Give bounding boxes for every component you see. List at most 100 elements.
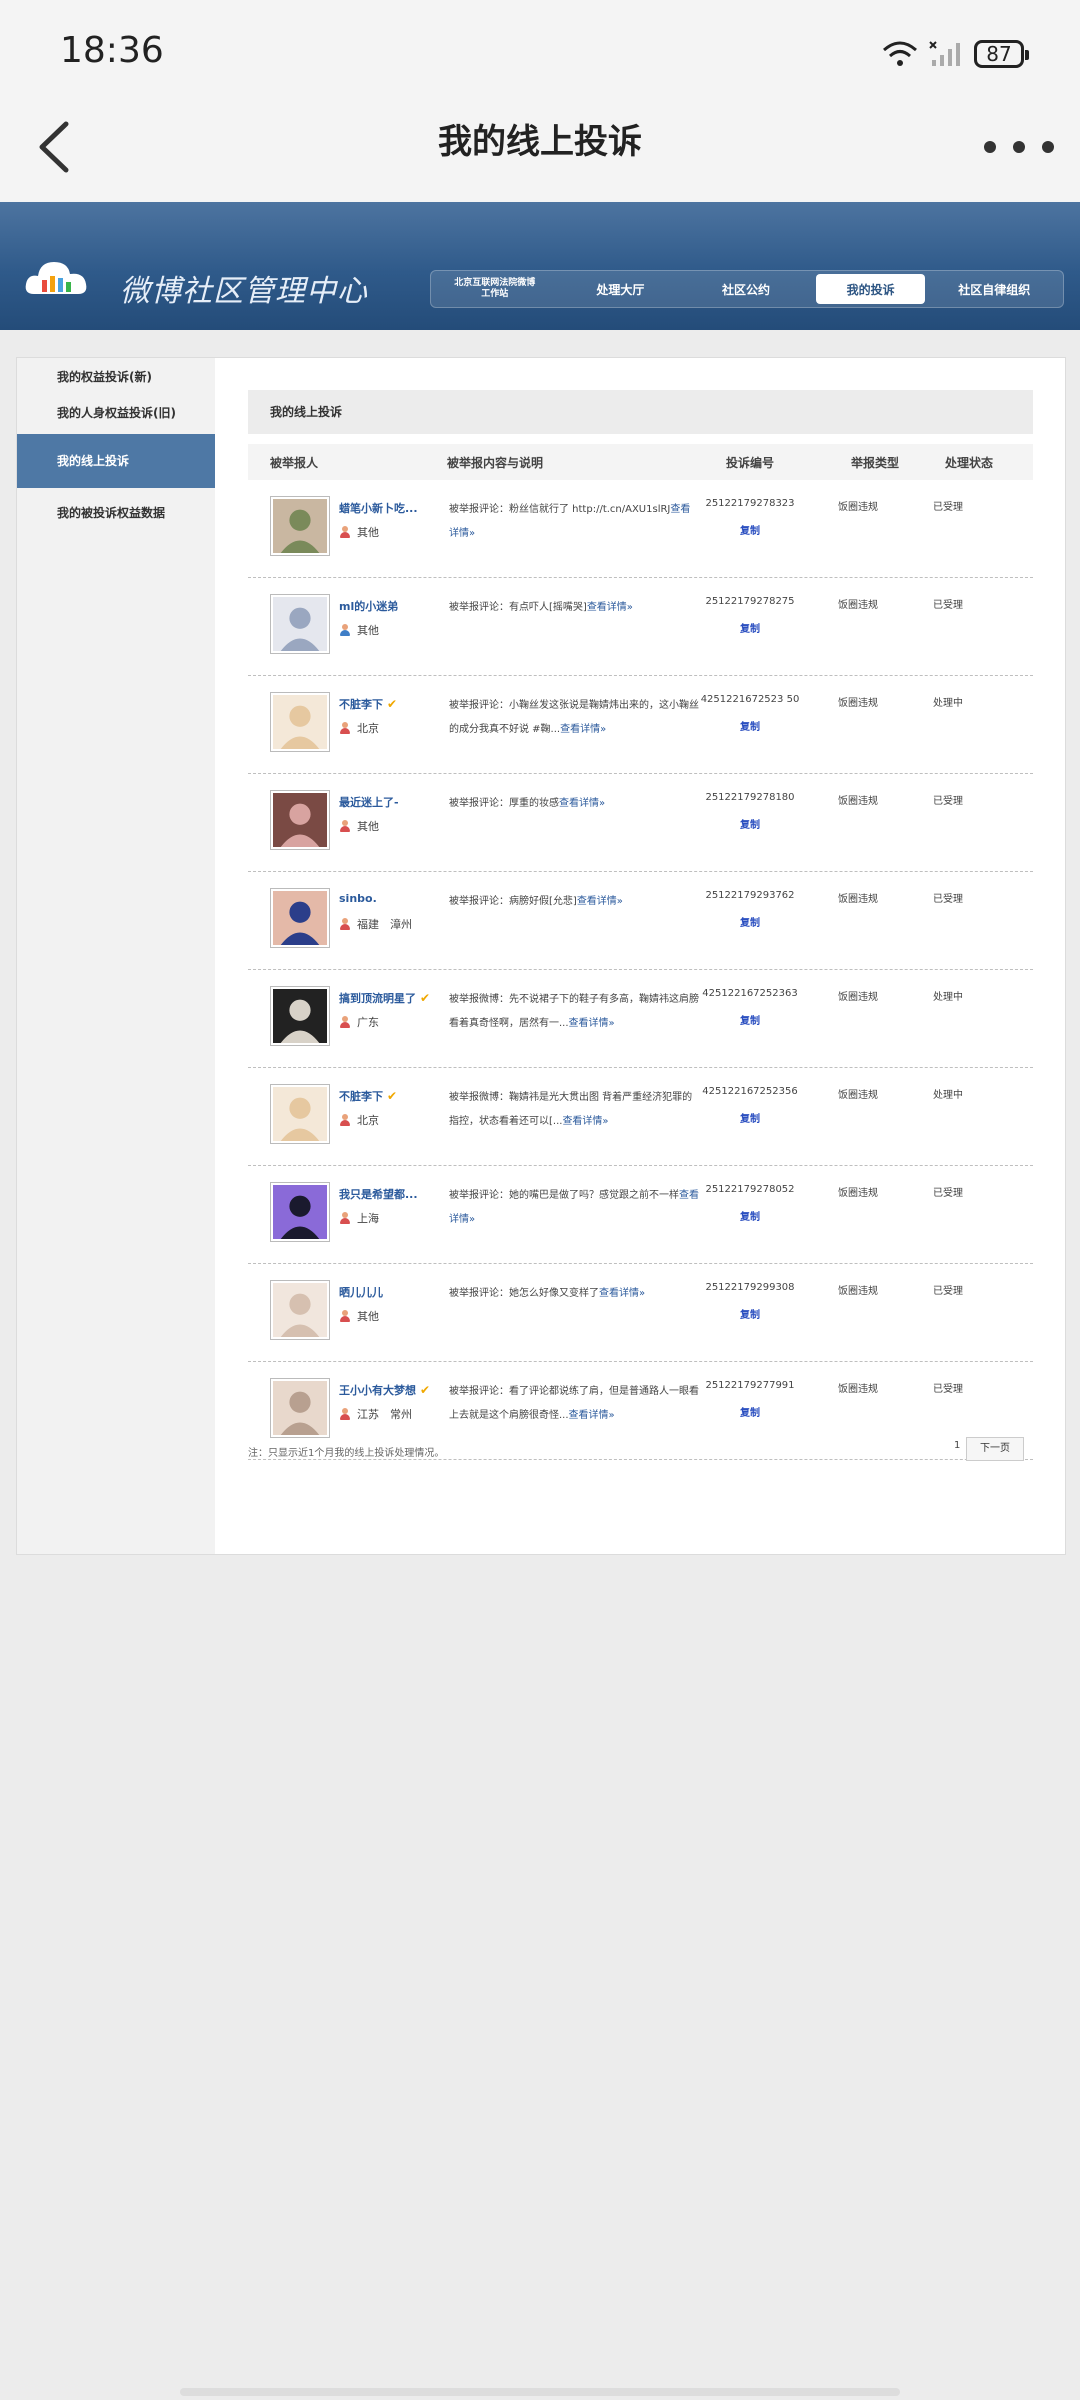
status-text: 已受理 bbox=[933, 600, 963, 611]
verified-badge-icon: ✔ bbox=[387, 697, 398, 711]
user-name-text[interactable]: 王小小有大梦想 bbox=[339, 1384, 416, 1397]
col-report-type: 举报类型 bbox=[851, 456, 900, 470]
copy-button[interactable]: 复制 bbox=[690, 1404, 810, 1419]
content-text: 被举报评论：病膀好假[允悲] bbox=[449, 896, 577, 907]
sidebar-item-online-complaints[interactable]: 我的线上投诉 bbox=[17, 434, 215, 488]
reported-user-name[interactable]: 不脏李下 ✔ bbox=[339, 1088, 397, 1104]
user-location: 广东 bbox=[339, 1014, 379, 1030]
copy-button[interactable]: 复制 bbox=[690, 914, 810, 929]
avatar[interactable] bbox=[270, 790, 330, 850]
user-name-text[interactable]: 最近迷上了- bbox=[339, 796, 399, 809]
main-content: 我的线上投诉 被举报人 被举报内容与说明 投诉编号 举报类型 处理状态 蜡笔小新… bbox=[248, 390, 1033, 1460]
complaint-id: 25122179278275 bbox=[705, 596, 795, 607]
reported-user-name[interactable]: 不脏李下 ✔ bbox=[339, 696, 397, 712]
complaint-id: 25122179299308 bbox=[705, 1282, 795, 1293]
reported-user-name[interactable]: 王小小有大梦想 ✔ bbox=[339, 1382, 430, 1398]
tab-self-regulation[interactable]: 社区自律组织 bbox=[925, 274, 1063, 304]
avatar[interactable] bbox=[270, 986, 330, 1046]
location-text: 其他 bbox=[357, 526, 379, 539]
table-row: 不脏李下 ✔ 北京 被举报评论：小鞠丝发这张说是鞠婧炜出来的，这小鞠丝的成分我真不… bbox=[248, 676, 1033, 774]
reported-user-name[interactable]: 最近迷上了- bbox=[339, 794, 399, 810]
user-name-text[interactable]: ml的小迷弟 bbox=[339, 600, 398, 613]
sidebar-item-personal-rights-old[interactable]: 我的人身权益投诉(旧) bbox=[17, 404, 215, 421]
view-detail-link[interactable]: 查看详情» bbox=[587, 602, 633, 613]
view-detail-link[interactable]: 查看详情» bbox=[569, 1410, 615, 1421]
view-detail-link[interactable]: 查看详情» bbox=[560, 724, 606, 735]
avatar[interactable] bbox=[270, 1280, 330, 1340]
tab-processing-hall[interactable]: 处理大厅 bbox=[559, 274, 683, 304]
copy-button[interactable]: 复制 bbox=[690, 718, 810, 733]
avatar[interactable] bbox=[270, 1084, 330, 1144]
col-status: 处理状态 bbox=[945, 456, 994, 470]
cloud-logo-icon bbox=[25, 262, 87, 294]
sidebar-item-complained-data[interactable]: 我的被投诉权益数据 bbox=[17, 504, 215, 521]
user-name-text[interactable]: 晒儿儿儿 bbox=[339, 1286, 383, 1299]
user-name-text[interactable]: 不脏李下 bbox=[339, 698, 383, 711]
copy-button[interactable]: 复制 bbox=[690, 620, 810, 635]
complaint-id: 425122167252356 bbox=[702, 1086, 798, 1097]
report-type: 饭圈违规 bbox=[838, 1384, 878, 1395]
reported-user-name[interactable]: 我只是希望都... bbox=[339, 1186, 418, 1202]
site-tabs: 北京互联网法院微博 工作站 处理大厅 社区公约 我的投诉 社区自律组织 bbox=[430, 270, 1064, 308]
view-detail-link[interactable]: 查看详情» bbox=[559, 798, 605, 809]
status-text: 已受理 bbox=[933, 1188, 963, 1199]
copy-button[interactable]: 复制 bbox=[690, 1012, 810, 1027]
user-icon bbox=[339, 623, 351, 637]
page-title: 我的线上投诉 bbox=[438, 122, 642, 162]
tab-my-complaints[interactable]: 我的投诉 bbox=[815, 274, 926, 304]
avatar[interactable] bbox=[270, 496, 330, 556]
avatar[interactable] bbox=[270, 594, 330, 654]
pager-next-button[interactable]: 下一页 bbox=[966, 1437, 1024, 1461]
avatar[interactable] bbox=[270, 1378, 330, 1438]
view-detail-link[interactable]: 查看详情» bbox=[569, 1018, 615, 1029]
avatar[interactable] bbox=[270, 692, 330, 752]
location-text: 其他 bbox=[357, 820, 379, 833]
site-header: 微博社区管理中心 北京互联网法院微博 工作站 处理大厅 社区公约 我的投诉 社区… bbox=[0, 202, 1080, 330]
table-header: 被举报人 被举报内容与说明 投诉编号 举报类型 处理状态 bbox=[248, 444, 1033, 480]
copy-button[interactable]: 复制 bbox=[690, 816, 810, 831]
report-type: 饭圈违规 bbox=[838, 894, 878, 905]
reported-user-name[interactable]: sinbo. bbox=[339, 892, 377, 905]
user-name-text[interactable]: 蜡笔小新卜吃... bbox=[339, 502, 418, 515]
complaint-id: 25122179278052 bbox=[705, 1184, 795, 1195]
tab-community-rules[interactable]: 社区公约 bbox=[682, 274, 810, 304]
reported-user-name[interactable]: 搞到顶流明星了 ✔ bbox=[339, 990, 430, 1006]
copy-button[interactable]: 复制 bbox=[690, 1306, 810, 1321]
user-icon bbox=[339, 525, 351, 539]
view-detail-link[interactable]: 查看详情» bbox=[599, 1288, 645, 1299]
user-name-text[interactable]: 我只是希望都... bbox=[339, 1188, 418, 1201]
copy-button[interactable]: 复制 bbox=[690, 1208, 810, 1223]
table-row: 蜡笔小新卜吃... 其他 被举报评论：粉丝信就行了 http://t.cn/AX… bbox=[248, 480, 1033, 578]
more-dots-icon[interactable] bbox=[984, 122, 1054, 172]
status-text: 处理中 bbox=[933, 1090, 963, 1101]
status-text: 已受理 bbox=[933, 1286, 963, 1297]
col-content: 被举报内容与说明 bbox=[447, 456, 544, 470]
user-location: 福建 漳州 bbox=[339, 916, 412, 932]
avatar[interactable] bbox=[270, 1182, 330, 1242]
user-name-text[interactable]: sinbo. bbox=[339, 892, 377, 905]
user-name-text[interactable]: 不脏李下 bbox=[339, 1090, 383, 1103]
reported-user-name[interactable]: 蜡笔小新卜吃... bbox=[339, 500, 418, 516]
pager-current[interactable]: 1 bbox=[954, 1440, 960, 1451]
report-type: 饭圈违规 bbox=[838, 796, 878, 807]
status-text: 已受理 bbox=[933, 502, 963, 513]
content-text: 被举报评论：她怎么好像又变样了 bbox=[449, 1288, 599, 1299]
copy-button[interactable]: 复制 bbox=[690, 1110, 810, 1125]
table-row: 我只是希望都... 上海 被举报评论：她的嘴巴是做了吗？感觉跟之前不一样查看详情… bbox=[248, 1166, 1033, 1264]
status-icons: 87 bbox=[882, 34, 1029, 74]
user-icon bbox=[339, 1211, 351, 1225]
view-detail-link[interactable]: 查看详情» bbox=[562, 1116, 608, 1127]
section-title: 我的线上投诉 bbox=[248, 390, 1033, 434]
avatar[interactable] bbox=[270, 888, 330, 948]
content-text: 被举报评论：她的嘴巴是做了吗？感觉跟之前不一样 bbox=[449, 1190, 679, 1201]
sidebar-item-rights-complaint-new[interactable]: 我的权益投诉(新) bbox=[17, 368, 215, 385]
view-detail-link[interactable]: 查看详情» bbox=[577, 896, 623, 907]
avatar-image bbox=[273, 793, 327, 847]
user-location: 北京 bbox=[339, 720, 379, 736]
reported-user-name[interactable]: ml的小迷弟 bbox=[339, 598, 398, 614]
copy-button[interactable]: 复制 bbox=[690, 522, 810, 537]
user-name-text[interactable]: 搞到顶流明星了 bbox=[339, 992, 416, 1005]
reported-user-name[interactable]: 晒儿儿儿 bbox=[339, 1284, 383, 1300]
tab-court-station[interactable]: 北京互联网法院微博 工作站 bbox=[431, 274, 559, 304]
location-text: 福建 漳州 bbox=[357, 918, 412, 931]
